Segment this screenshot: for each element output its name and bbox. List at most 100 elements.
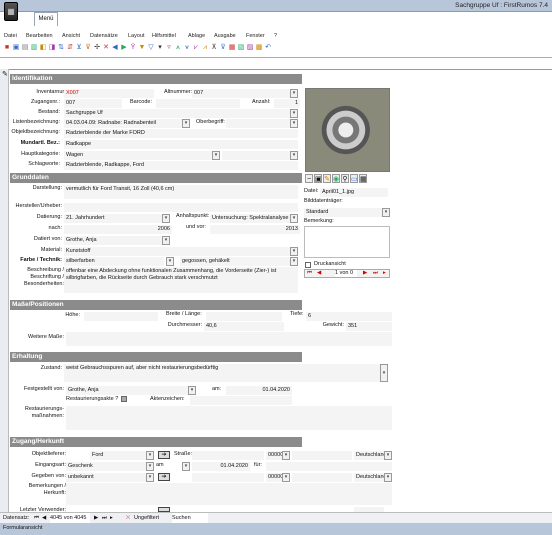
aktenzeichen-field[interactable]: [190, 396, 292, 405]
gegeben-field[interactable]: unbekannt: [66, 473, 146, 482]
image-folder-icon[interactable]: ▭: [350, 174, 358, 183]
breite-field[interactable]: [206, 312, 282, 321]
filter-form-icon[interactable]: ⊽: [84, 43, 92, 52]
record-next-icon[interactable]: ▶: [94, 513, 98, 523]
record-position[interactable]: 4045 von 4045: [50, 513, 90, 523]
menu-layout[interactable]: Layout: [128, 33, 145, 39]
listen-dropdown[interactable]: ▾: [182, 119, 190, 128]
sort-desc-icon[interactable]: ⇵: [66, 43, 74, 52]
first-icon[interactable]: ◀: [111, 43, 119, 52]
hoehe-field[interactable]: [84, 312, 158, 321]
anhalt-dropdown[interactable]: ▾: [290, 214, 298, 223]
image-next-icon[interactable]: ▶: [363, 270, 367, 277]
filter-icon[interactable]: ⊻: [75, 43, 83, 52]
inventarnummer-field[interactable]: X007: [64, 89, 154, 98]
find-icon[interactable]: ✢: [93, 43, 101, 52]
zustand-field[interactable]: weist Gebrauchsspuren auf, aber nicht re…: [64, 364, 380, 382]
farbe-dropdown[interactable]: ▾: [166, 257, 174, 266]
tab-menu[interactable]: Menü: [34, 12, 58, 26]
image-nav-position[interactable]: 1 von 0: [335, 270, 357, 277]
menu-bearbeiten[interactable]: Bearbeiten: [26, 33, 53, 39]
image-delete-icon[interactable]: −: [305, 174, 313, 183]
eingang-dropdown[interactable]: ▾: [146, 462, 154, 471]
darstellung-field[interactable]: vermutlich für Ford Transit, 16 Zoll (40…: [64, 185, 298, 199]
menu-ansicht[interactable]: Ansicht: [62, 33, 80, 39]
technik-dropdown[interactable]: ▾: [290, 257, 298, 266]
image-new-icon[interactable]: ▸: [383, 270, 386, 277]
farbe-field[interactable]: silberfarben: [64, 257, 164, 266]
record-prev-icon[interactable]: ◀: [42, 513, 46, 523]
search-box[interactable]: Suchen: [172, 513, 208, 523]
bildtraeger-dropdown[interactable]: ▾: [382, 208, 390, 217]
plz1-field[interactable]: 00000: [266, 451, 282, 460]
menu-fenster[interactable]: Fenster: [246, 33, 265, 39]
haupt-dropdown[interactable]: ▾: [212, 151, 220, 160]
filter-clear-icon[interactable]: Ϋ: [129, 43, 137, 52]
datierung-field[interactable]: 21. Jahrhundert: [64, 214, 162, 223]
vor-field[interactable]: 2013: [210, 225, 300, 234]
menu-datensaetze[interactable]: Datensätze: [90, 33, 118, 39]
gegeben-goto-button[interactable]: ➔: [158, 473, 170, 481]
nach-field[interactable]: 2006: [64, 225, 172, 234]
funnel-icon[interactable]: ▼: [138, 43, 146, 52]
funnel4-icon[interactable]: ▿: [165, 43, 173, 52]
filter-status[interactable]: Ungefiltert: [134, 513, 159, 523]
copy-icon[interactable]: ◧: [39, 43, 47, 52]
massnahmen-field[interactable]: [66, 406, 392, 430]
eingang-datum-field[interactable]: 01.04.2020: [192, 462, 250, 471]
funnel8-icon[interactable]: ⩘: [201, 43, 209, 52]
app-logo-icon[interactable]: ▦: [4, 2, 18, 21]
tiefe-field[interactable]: 6: [306, 312, 392, 321]
akte-checkbox[interactable]: [121, 396, 127, 402]
menu-help[interactable]: ?: [274, 33, 277, 39]
ort2-field[interactable]: [292, 473, 352, 482]
hersteller-field[interactable]: [64, 203, 298, 212]
anzahl-field[interactable]: 1: [274, 99, 300, 108]
anhalt-field[interactable]: Untersuchung: Spektralanalyse: [210, 214, 290, 223]
image-last-icon[interactable]: ⏭: [373, 270, 378, 277]
image-save-icon[interactable]: ▣: [314, 174, 322, 183]
funnel2-icon[interactable]: ▽: [147, 43, 155, 52]
preview-icon[interactable]: ▥: [30, 43, 38, 52]
object-photo[interactable]: [305, 88, 390, 172]
funnel5-icon[interactable]: ⩚: [174, 43, 182, 52]
funnel7-icon[interactable]: ⩗: [192, 43, 200, 52]
fuer-field[interactable]: [266, 462, 392, 471]
image-grid-icon[interactable]: ▦: [359, 174, 367, 183]
land1-dropdown[interactable]: ▾: [384, 451, 392, 460]
record-first-icon[interactable]: ⏮: [34, 513, 39, 523]
schlag-field[interactable]: Radzierblende, Radkappe, Ford: [64, 161, 298, 170]
chart-icon[interactable]: ▩: [255, 43, 263, 52]
objektlieferer-dropdown[interactable]: ▾: [146, 451, 154, 460]
menu-hilfsmittel[interactable]: Hilfsmittel: [152, 33, 176, 39]
objektlieferer-goto-button[interactable]: ➔: [158, 451, 170, 459]
haupt-field[interactable]: Wagen: [64, 151, 212, 160]
bemerkung-field[interactable]: [304, 226, 390, 258]
am-dropdown[interactable]: ▾: [182, 462, 190, 471]
last-icon[interactable]: ▶: [120, 43, 128, 52]
eingang-field[interactable]: Geschenk: [66, 462, 146, 471]
record-selector[interactable]: [0, 69, 9, 512]
altnummer-dropdown[interactable]: ▾: [290, 89, 298, 98]
objektlieferer-field[interactable]: Ford: [90, 451, 146, 460]
bildtraeger-field[interactable]: Standard: [304, 208, 382, 217]
mundart-field[interactable]: Radkappe: [64, 140, 298, 149]
mail-icon[interactable]: ▨: [246, 43, 254, 52]
material-dropdown[interactable]: ▾: [290, 247, 298, 256]
image-view-icon[interactable]: ◉: [332, 174, 340, 183]
listen-field[interactable]: 04.03.04.09: Radnabe: Radnabenteil: [64, 119, 182, 128]
druckansicht-checkbox[interactable]: [305, 262, 311, 268]
oberbegriff-field[interactable]: [226, 119, 290, 128]
menu-ablage[interactable]: Ablage: [188, 33, 205, 39]
oberbegriff-dropdown[interactable]: ▾: [290, 119, 298, 128]
funnel3-icon[interactable]: ▾: [156, 43, 164, 52]
image-link-icon[interactable]: ⚲: [341, 174, 349, 183]
haupt2-field[interactable]: [222, 151, 290, 160]
haupt2-dropdown[interactable]: ▾: [290, 151, 298, 160]
datierung-dropdown[interactable]: ▾: [162, 214, 170, 223]
festgestellt-field[interactable]: Grothe, Anja: [66, 386, 188, 395]
material-field[interactable]: Kunststoff: [64, 247, 290, 256]
datei-field[interactable]: April01_1.jpg: [320, 188, 388, 197]
export-icon[interactable]: ▧: [237, 43, 245, 52]
gewicht-field[interactable]: 351: [346, 322, 392, 331]
